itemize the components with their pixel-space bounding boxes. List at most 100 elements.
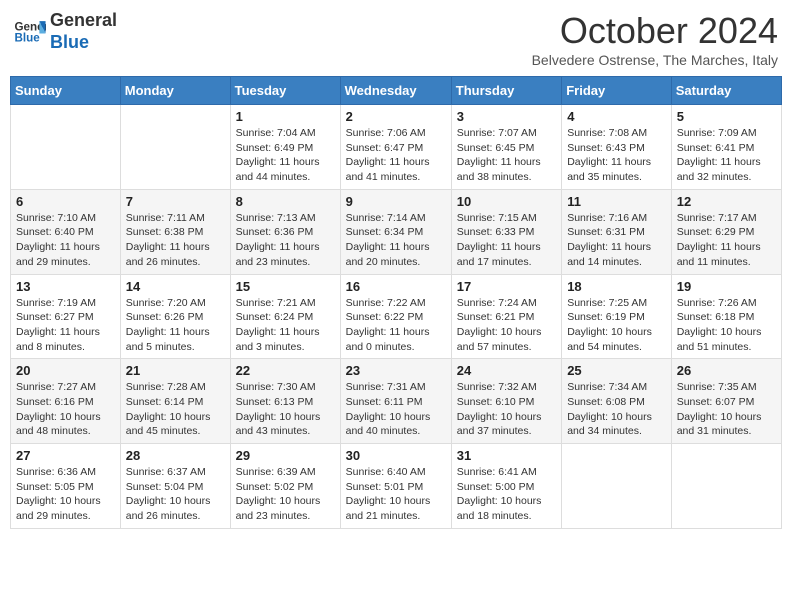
calendar-cell	[120, 105, 230, 190]
day-info: Sunrise: 7:24 AM Sunset: 6:21 PM Dayligh…	[457, 296, 556, 355]
day-number: 25	[567, 363, 666, 378]
day-info: Sunrise: 7:30 AM Sunset: 6:13 PM Dayligh…	[236, 380, 335, 439]
day-number: 29	[236, 448, 335, 463]
day-info: Sunrise: 7:11 AM Sunset: 6:38 PM Dayligh…	[126, 211, 225, 270]
day-info: Sunrise: 7:22 AM Sunset: 6:22 PM Dayligh…	[346, 296, 446, 355]
calendar-cell: 3 Sunrise: 7:07 AM Sunset: 6:45 PM Daylig…	[451, 105, 561, 190]
calendar-cell: 21Sunrise: 7:28 AM Sunset: 6:14 PM Dayli…	[120, 359, 230, 444]
day-header-tuesday: Tuesday	[230, 77, 340, 105]
day-number: 12	[677, 194, 776, 209]
logo-icon: General Blue	[14, 18, 46, 46]
calendar-cell: 22 Sunrise: 7:30 AM Sunset: 6:13 PM Dayli…	[230, 359, 340, 444]
day-number: 13	[16, 279, 115, 294]
day-number: 6	[16, 194, 115, 209]
calendar-cell	[562, 444, 672, 529]
day-info: Sunrise: 7:25 AM Sunset: 6:19 PM Dayligh…	[567, 296, 666, 355]
day-number: 4	[567, 109, 666, 124]
calendar-cell: 16Sunrise: 7:22 AM Sunset: 6:22 PM Dayli…	[340, 274, 451, 359]
day-number: 10	[457, 194, 556, 209]
day-header-sunday: Sunday	[11, 77, 121, 105]
calendar-cell: 7 Sunrise: 7:11 AM Sunset: 6:38 PM Daylig…	[120, 189, 230, 274]
calendar-cell: 12Sunrise: 7:17 AM Sunset: 6:29 PM Dayli…	[671, 189, 781, 274]
day-info: Sunrise: 7:21 AM Sunset: 6:24 PM Dayligh…	[236, 296, 335, 355]
calendar-table: SundayMondayTuesdayWednesdayThursdayFrid…	[10, 76, 782, 529]
day-header-wednesday: Wednesday	[340, 77, 451, 105]
calendar-cell	[11, 105, 121, 190]
day-number: 22	[236, 363, 335, 378]
day-number: 7	[126, 194, 225, 209]
day-info: Sunrise: 7:20 AM Sunset: 6:26 PM Dayligh…	[126, 296, 225, 355]
calendar-cell: 11 Sunrise: 7:16 AM Sunset: 6:31 PM Dayli…	[562, 189, 672, 274]
day-info: Sunrise: 7:08 AM Sunset: 6:43 PM Dayligh…	[567, 126, 666, 185]
calendar-cell: 29 Sunrise: 6:39 AM Sunset: 5:02 PM Dayli…	[230, 444, 340, 529]
calendar-week-row: 20Sunrise: 7:27 AM Sunset: 6:16 PM Dayli…	[11, 359, 782, 444]
day-info: Sunrise: 6:40 AM Sunset: 5:01 PM Dayligh…	[346, 465, 446, 524]
calendar-cell: 13Sunrise: 7:19 AM Sunset: 6:27 PM Dayli…	[11, 274, 121, 359]
day-number: 24	[457, 363, 556, 378]
day-number: 15	[236, 279, 335, 294]
day-number: 14	[126, 279, 225, 294]
calendar-week-row: 6 Sunrise: 7:10 AM Sunset: 6:40 PM Daylig…	[11, 189, 782, 274]
day-info: Sunrise: 6:37 AM Sunset: 5:04 PM Dayligh…	[126, 465, 225, 524]
calendar-cell: 9 Sunrise: 7:14 AM Sunset: 6:34 PM Daylig…	[340, 189, 451, 274]
calendar-cell: 30 Sunrise: 6:40 AM Sunset: 5:01 PM Dayli…	[340, 444, 451, 529]
day-info: Sunrise: 7:32 AM Sunset: 6:10 PM Dayligh…	[457, 380, 556, 439]
calendar-cell: 31Sunrise: 6:41 AM Sunset: 5:00 PM Dayli…	[451, 444, 561, 529]
calendar-cell: 19 Sunrise: 7:26 AM Sunset: 6:18 PM Dayli…	[671, 274, 781, 359]
day-info: Sunrise: 7:35 AM Sunset: 6:07 PM Dayligh…	[677, 380, 776, 439]
calendar-cell	[671, 444, 781, 529]
title-block: October 2024 Belvedere Ostrense, The Mar…	[532, 10, 778, 68]
day-number: 26	[677, 363, 776, 378]
calendar-cell: 15 Sunrise: 7:21 AM Sunset: 6:24 PM Dayli…	[230, 274, 340, 359]
day-info: Sunrise: 7:14 AM Sunset: 6:34 PM Dayligh…	[346, 211, 446, 270]
calendar-cell: 8Sunrise: 7:13 AM Sunset: 6:36 PM Daylig…	[230, 189, 340, 274]
calendar-week-row: 27 Sunrise: 6:36 AM Sunset: 5:05 PM Dayli…	[11, 444, 782, 529]
day-info: Sunrise: 6:41 AM Sunset: 5:00 PM Dayligh…	[457, 465, 556, 524]
day-number: 20	[16, 363, 115, 378]
day-info: Sunrise: 7:28 AM Sunset: 6:14 PM Dayligh…	[126, 380, 225, 439]
day-info: Sunrise: 7:04 AM Sunset: 6:49 PM Dayligh…	[236, 126, 335, 185]
day-header-saturday: Saturday	[671, 77, 781, 105]
calendar-cell: 17 Sunrise: 7:24 AM Sunset: 6:21 PM Dayli…	[451, 274, 561, 359]
day-info: Sunrise: 7:10 AM Sunset: 6:40 PM Dayligh…	[16, 211, 115, 270]
day-header-friday: Friday	[562, 77, 672, 105]
day-number: 9	[346, 194, 446, 209]
day-number: 2	[346, 109, 446, 124]
location-subtitle: Belvedere Ostrense, The Marches, Italy	[532, 52, 778, 68]
day-number: 17	[457, 279, 556, 294]
day-info: Sunrise: 6:36 AM Sunset: 5:05 PM Dayligh…	[16, 465, 115, 524]
calendar-cell: 24 Sunrise: 7:32 AM Sunset: 6:10 PM Dayli…	[451, 359, 561, 444]
day-number: 3	[457, 109, 556, 124]
day-info: Sunrise: 7:06 AM Sunset: 6:47 PM Dayligh…	[346, 126, 446, 185]
day-number: 11	[567, 194, 666, 209]
day-number: 18	[567, 279, 666, 294]
day-info: Sunrise: 7:13 AM Sunset: 6:36 PM Dayligh…	[236, 211, 335, 270]
calendar-cell: 6 Sunrise: 7:10 AM Sunset: 6:40 PM Daylig…	[11, 189, 121, 274]
day-number: 27	[16, 448, 115, 463]
day-info: Sunrise: 7:31 AM Sunset: 6:11 PM Dayligh…	[346, 380, 446, 439]
day-header-thursday: Thursday	[451, 77, 561, 105]
day-info: Sunrise: 7:09 AM Sunset: 6:41 PM Dayligh…	[677, 126, 776, 185]
calendar-cell: 18 Sunrise: 7:25 AM Sunset: 6:19 PM Dayli…	[562, 274, 672, 359]
day-info: Sunrise: 7:16 AM Sunset: 6:31 PM Dayligh…	[567, 211, 666, 270]
calendar-cell: 23Sunrise: 7:31 AM Sunset: 6:11 PM Dayli…	[340, 359, 451, 444]
calendar-header-row: SundayMondayTuesdayWednesdayThursdayFrid…	[11, 77, 782, 105]
calendar-cell: 27 Sunrise: 6:36 AM Sunset: 5:05 PM Dayli…	[11, 444, 121, 529]
day-info: Sunrise: 7:34 AM Sunset: 6:08 PM Dayligh…	[567, 380, 666, 439]
day-info: Sunrise: 6:39 AM Sunset: 5:02 PM Dayligh…	[236, 465, 335, 524]
day-number: 19	[677, 279, 776, 294]
logo-general: General	[50, 10, 117, 32]
day-info: Sunrise: 7:07 AM Sunset: 6:45 PM Dayligh…	[457, 126, 556, 185]
day-number: 5	[677, 109, 776, 124]
calendar-week-row: 13Sunrise: 7:19 AM Sunset: 6:27 PM Dayli…	[11, 274, 782, 359]
calendar-cell: 26 Sunrise: 7:35 AM Sunset: 6:07 PM Dayli…	[671, 359, 781, 444]
day-info: Sunrise: 7:26 AM Sunset: 6:18 PM Dayligh…	[677, 296, 776, 355]
calendar-cell: 25 Sunrise: 7:34 AM Sunset: 6:08 PM Dayli…	[562, 359, 672, 444]
calendar-cell: 1Sunrise: 7:04 AM Sunset: 6:49 PM Daylig…	[230, 105, 340, 190]
day-number: 30	[346, 448, 446, 463]
logo-blue: Blue	[50, 32, 117, 54]
calendar-cell: 28Sunrise: 6:37 AM Sunset: 5:04 PM Dayli…	[120, 444, 230, 529]
calendar-cell: 14 Sunrise: 7:20 AM Sunset: 6:26 PM Dayli…	[120, 274, 230, 359]
svg-text:Blue: Blue	[14, 31, 40, 44]
calendar-cell: 2 Sunrise: 7:06 AM Sunset: 6:47 PM Daylig…	[340, 105, 451, 190]
